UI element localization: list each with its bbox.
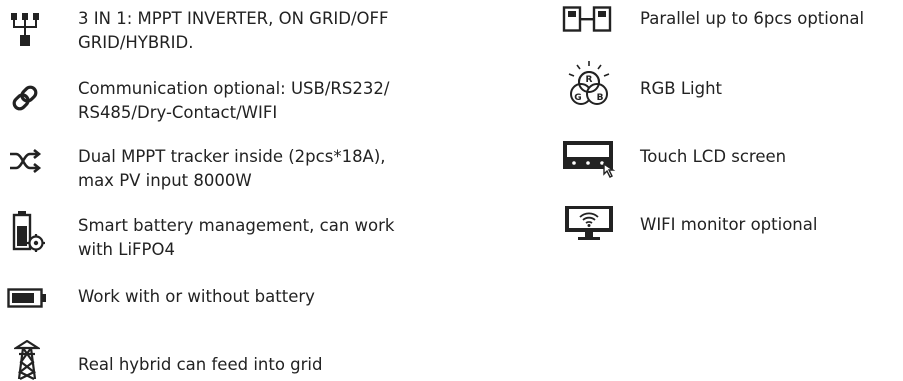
rgb-letter-r: R xyxy=(586,75,593,85)
feature-text-line: Smart battery management, can work xyxy=(78,216,395,235)
feature-text-line: GRID/HYBRID. xyxy=(78,33,194,52)
rgb-light-icon: R G B xyxy=(565,60,613,112)
feature-text-line: Communication optional: USB/RS232/ xyxy=(78,79,390,98)
feature-text-line: Dual MPPT tracker inside (2pcs*18A), xyxy=(78,147,386,166)
rgb-letter-b: B xyxy=(597,93,604,103)
feature-text-line: WIFI monitor optional xyxy=(640,215,818,234)
wifi-monitor-icon xyxy=(564,205,614,241)
feature-text-line: Touch LCD screen xyxy=(640,147,787,166)
link-icon xyxy=(10,83,40,113)
rgb-letter-g: G xyxy=(574,93,581,103)
feature-text-line: 3 IN 1: MPPT INVERTER, ON GRID/OFF xyxy=(78,9,389,28)
feature-text-line: RS485/Dry-Contact/WIFI xyxy=(78,103,278,122)
battery-icon xyxy=(7,288,47,308)
feature-text-line: Work with or without battery xyxy=(78,287,315,306)
feature-text-line: RGB Light xyxy=(640,79,722,98)
network-tree-icon xyxy=(10,12,40,48)
parallel-units-icon xyxy=(562,6,612,32)
feature-text-line: max PV input 8000W xyxy=(78,171,252,190)
feature-text-line: with LiFPO4 xyxy=(78,240,175,259)
feature-text-line: Real hybrid can feed into grid xyxy=(78,355,323,374)
touch-screen-icon xyxy=(562,140,622,178)
shuffle-arrows-icon xyxy=(8,148,42,174)
power-tower-icon xyxy=(14,340,40,380)
feature-text-line: Parallel up to 6pcs optional xyxy=(640,9,865,28)
battery-gear-icon xyxy=(12,210,46,252)
